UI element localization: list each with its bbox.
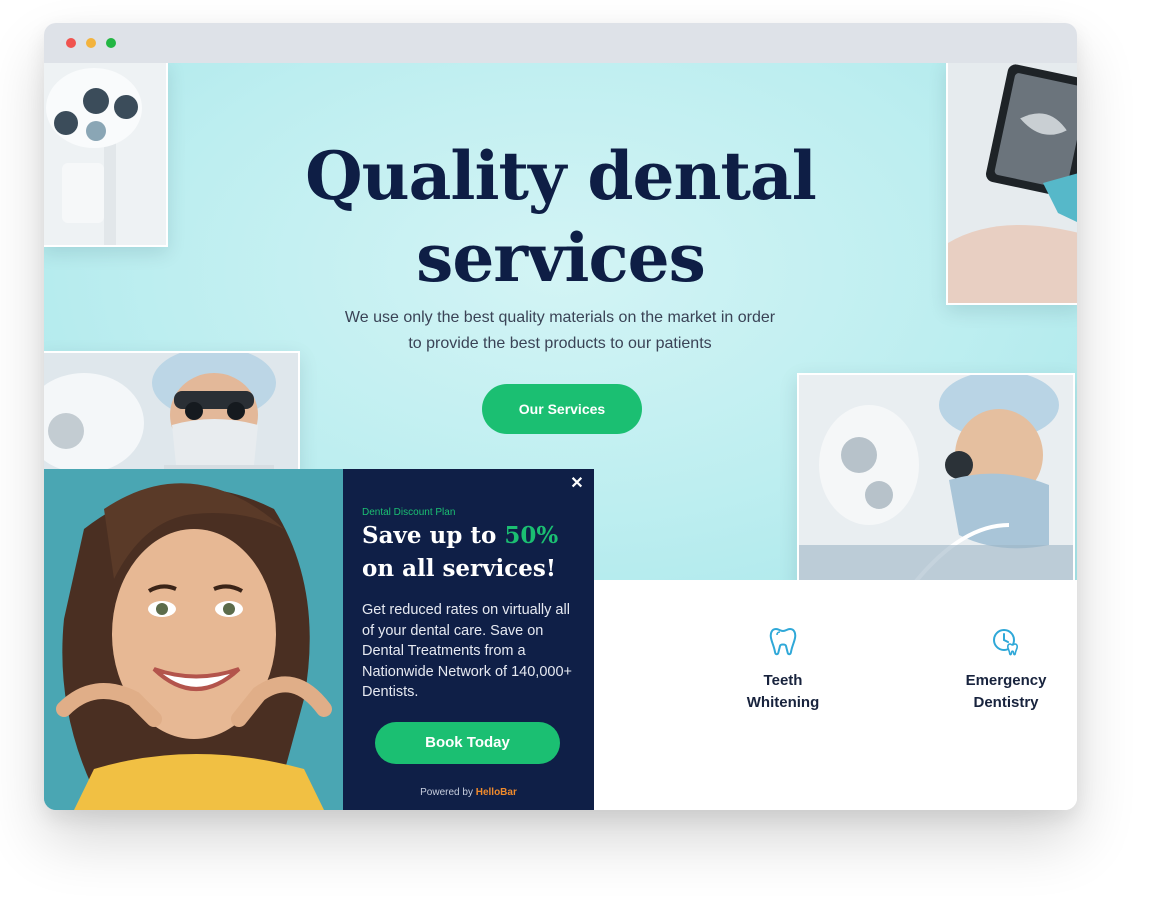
close-window-dot[interactable]: [66, 38, 76, 48]
browser-titlebar: [44, 23, 1077, 63]
service-label-teeth-whitening: Teeth Whitening: [713, 670, 853, 714]
hero-subtitle-line1: We use only the best quality materials o…: [344, 309, 776, 326]
browser-window: Quality dental services We use only the …: [44, 23, 1077, 810]
book-today-button[interactable]: Book Today: [375, 722, 560, 764]
powered-by-label[interactable]: Powered by HelloBar: [343, 787, 594, 798]
service-teeth-whitening[interactable]: Teeth Whitening: [713, 626, 853, 714]
hero-title-line2: services: [416, 219, 706, 297]
dentist-working-photo: [797, 373, 1075, 580]
hero-title-line1: Quality dental: [305, 137, 817, 215]
popup-heading-highlight: 50%: [504, 522, 559, 549]
clock-tooth-icon: [936, 626, 1076, 658]
service-label-line2: Dentistry: [973, 694, 1039, 711]
close-icon[interactable]: ✕: [568, 475, 586, 493]
dentist-loupes-photo: [44, 351, 300, 485]
hero-subtitle: We use only the best quality materials o…: [310, 305, 810, 357]
service-emergency-dentistry[interactable]: Emergency Dentistry: [936, 626, 1076, 714]
maximize-window-dot[interactable]: [106, 38, 116, 48]
minimize-window-dot[interactable]: [86, 38, 96, 48]
tooth-icon: [713, 626, 853, 658]
hellobar-brand[interactable]: HelloBar: [476, 787, 517, 798]
our-services-button[interactable]: Our Services: [482, 384, 642, 434]
service-label-line1: Teeth: [763, 672, 803, 689]
powered-by-prefix: Powered by: [420, 787, 476, 798]
discount-popup: ✕ Dental Discount Plan Save up to 50% on…: [343, 469, 594, 810]
popup-heading: Save up to 50% on all services!: [362, 519, 582, 585]
hero-title: Quality dental services: [44, 135, 1077, 299]
service-label-emergency-dentistry: Emergency Dentistry: [936, 670, 1076, 714]
popup-eyebrow: Dental Discount Plan: [362, 507, 456, 518]
popup-body: Get reduced rates on virtually all of yo…: [362, 602, 572, 700]
popup-heading-prefix: Save up to: [362, 522, 505, 549]
service-label-line2: Whitening: [746, 694, 820, 711]
popup-heading-line2: on all services!: [362, 555, 556, 582]
hero-subtitle-line2: to provide the best products to our pati…: [408, 335, 712, 352]
service-label-line1: Emergency: [965, 672, 1047, 689]
popup-smiling-woman-photo: [44, 469, 343, 810]
